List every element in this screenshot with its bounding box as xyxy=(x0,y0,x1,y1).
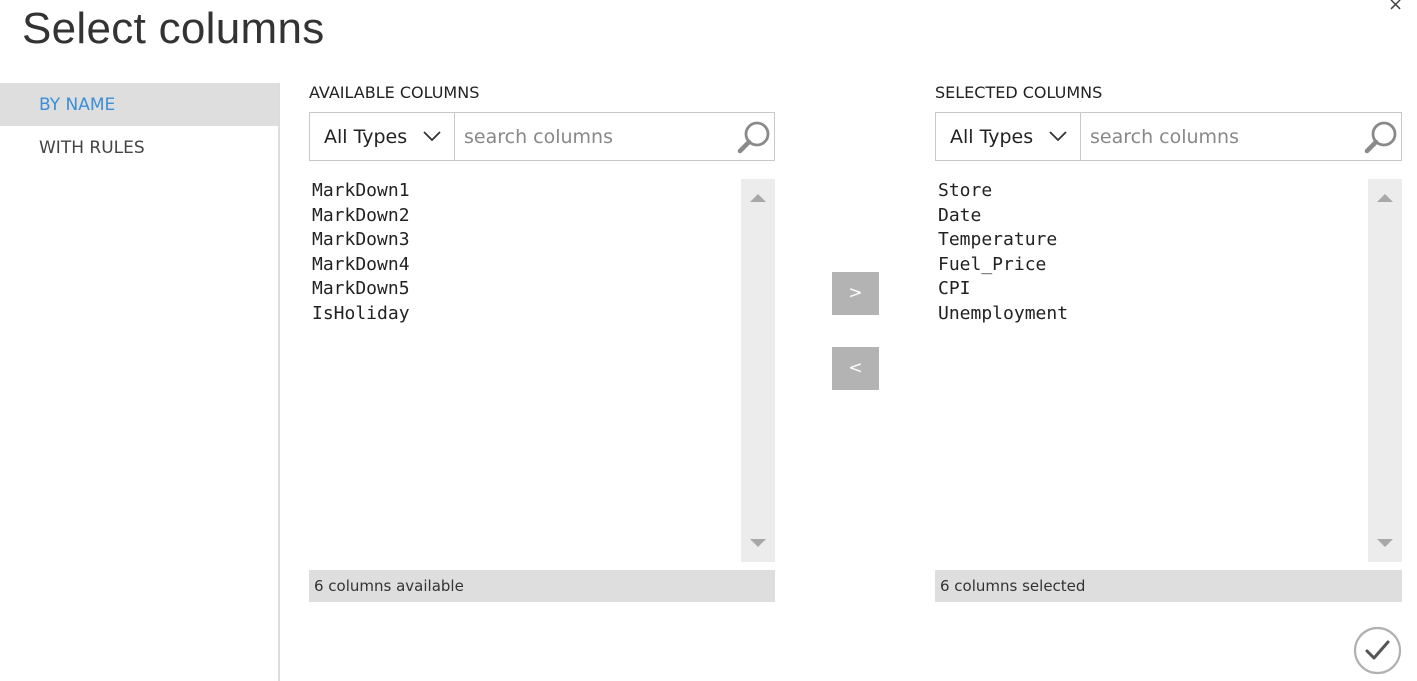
selected-filter-row: All Types xyxy=(935,112,1402,161)
search-icon[interactable] xyxy=(736,119,774,157)
list-item[interactable]: MarkDown2 xyxy=(312,204,735,229)
available-search-box xyxy=(455,112,775,161)
checkmark-icon[interactable] xyxy=(1353,626,1402,675)
available-scrollbar[interactable] xyxy=(741,179,775,562)
search-icon[interactable] xyxy=(1363,119,1401,157)
selected-type-select[interactable]: All Types xyxy=(935,112,1081,161)
available-columns-list[interactable]: MarkDown1 MarkDown2 MarkDown3 MarkDown4 … xyxy=(309,179,775,562)
sidebar: BY NAME WITH RULES xyxy=(0,83,280,681)
available-status: 6 columns available xyxy=(309,570,775,602)
list-item[interactable]: MarkDown1 xyxy=(312,179,735,204)
available-columns-panel: AVAILABLE COLUMNS All Types MarkDown1 Ma… xyxy=(309,83,775,602)
list-item[interactable]: Fuel_Price xyxy=(938,253,1362,278)
selected-columns-list[interactable]: Store Date Temperature Fuel_Price CPI Un… xyxy=(935,179,1402,562)
available-type-select[interactable]: All Types xyxy=(309,112,455,161)
selected-type-select-value: All Types xyxy=(950,125,1034,148)
scroll-up-icon[interactable] xyxy=(1377,192,1393,204)
list-item[interactable]: Temperature xyxy=(938,228,1362,253)
add-column-button[interactable]: > xyxy=(832,272,879,315)
remove-column-button[interactable]: < xyxy=(832,347,879,390)
chevron-down-icon xyxy=(423,131,441,142)
selected-columns-header: SELECTED COLUMNS xyxy=(935,83,1103,102)
list-item[interactable]: Store xyxy=(938,179,1362,204)
list-item[interactable]: MarkDown3 xyxy=(312,228,735,253)
available-filter-row: All Types xyxy=(309,112,775,161)
selected-search-input[interactable] xyxy=(1081,113,1401,160)
sidebar-item-with-rules[interactable]: WITH RULES xyxy=(0,126,278,169)
list-item[interactable]: Unemployment xyxy=(938,302,1362,327)
list-item[interactable]: MarkDown4 xyxy=(312,253,735,278)
available-columns-header: AVAILABLE COLUMNS xyxy=(309,83,480,102)
available-search-input[interactable] xyxy=(455,113,774,160)
scroll-down-icon[interactable] xyxy=(750,537,766,549)
selected-scrollbar[interactable] xyxy=(1368,179,1402,562)
sidebar-item-by-name[interactable]: BY NAME xyxy=(0,83,278,126)
selected-status: 6 columns selected xyxy=(935,570,1402,602)
chevron-down-icon xyxy=(1049,131,1067,142)
list-item[interactable]: CPI xyxy=(938,277,1362,302)
dialog-title: Select columns xyxy=(22,4,325,53)
list-item[interactable]: MarkDown5 xyxy=(312,277,735,302)
scroll-down-icon[interactable] xyxy=(1377,537,1393,549)
available-type-select-value: All Types xyxy=(324,125,408,148)
selected-search-box xyxy=(1081,112,1402,161)
selected-columns-panel: SELECTED COLUMNS All Types Store Date Te… xyxy=(935,83,1402,602)
close-icon[interactable]: × xyxy=(1388,0,1403,15)
list-item[interactable]: IsHoliday xyxy=(312,302,735,327)
list-item[interactable]: Date xyxy=(938,204,1362,229)
scroll-up-icon[interactable] xyxy=(750,192,766,204)
